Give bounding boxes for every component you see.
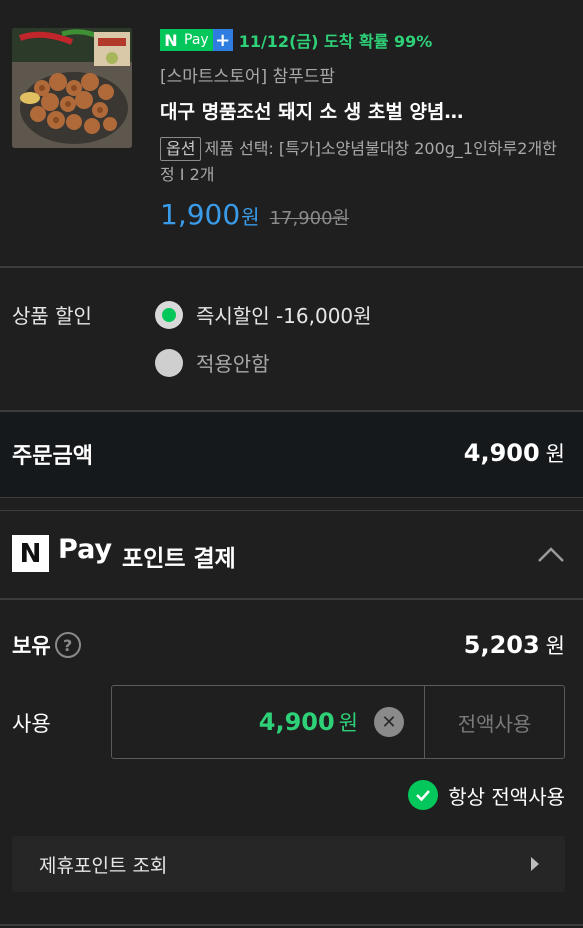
discount-label: 상품 할인 (12, 304, 92, 328)
price-row: 1,900 원 17,900원 (160, 198, 569, 231)
discount-option-instant[interactable]: 즉시할인 -16,000원 (155, 300, 372, 329)
delivery-estimate: N Pay + 11/12(금) 도착 확률 99% (160, 27, 569, 53)
npay-plus-badge: N Pay + (160, 29, 233, 51)
partner-points-button[interactable]: 제휴포인트 조회 (12, 836, 565, 892)
sale-price: 1,900 (160, 198, 241, 231)
product-thumbnail[interactable] (12, 28, 132, 148)
pay-logo-text: Pay (58, 534, 113, 565)
npay-points-header[interactable]: N Pay 포인트 결제 (0, 510, 583, 598)
order-amount-bar: 주문금액 4,900 원 (0, 412, 583, 498)
product-option: 옵션 제품 선택: [특가]소양념불대창 200g_1인하루2개한정 I 2개 (160, 136, 569, 188)
holding-label: 보유 (12, 634, 51, 658)
point-use-unit: 원 (338, 711, 358, 735)
checkmark-icon[interactable] (408, 780, 439, 810)
product-discount-section: 상품 할인 즉시할인 -16,000원 적용안함 (0, 268, 583, 410)
use-label: 사용 (12, 712, 51, 736)
naver-n-icon: N (12, 535, 49, 572)
plus-icon: + (212, 29, 233, 51)
divider (0, 924, 583, 926)
discount-option-label: 적용안함 (196, 352, 270, 376)
points-section-title: 포인트 결제 (122, 546, 236, 572)
radio-selected-icon[interactable] (155, 300, 183, 329)
always-use-all-label: 항상 전액사용 (448, 784, 565, 809)
always-use-all-checkbox[interactable]: 항상 전액사용 (408, 780, 565, 810)
use-all-button[interactable]: 전액사용 (424, 686, 564, 758)
triangle-right-icon (531, 857, 539, 871)
option-badge: 옵션 (160, 137, 202, 161)
holding-amount: 5,203 원 (463, 631, 565, 659)
product-card: N Pay + 11/12(금) 도착 확률 99% [스마트스토어] 참푸드팜… (0, 0, 583, 266)
option-text: 제품 선택: [특가]소양념불대창 200g_1인하루2개한정 I 2개 (160, 139, 557, 184)
radio-unselected-icon[interactable] (155, 348, 183, 377)
chevron-up-icon[interactable] (535, 539, 567, 571)
clear-icon[interactable]: ✕ (374, 707, 404, 737)
divider (0, 598, 583, 600)
sale-price-unit: 원 (241, 205, 260, 229)
delivery-text: 11/12(금) 도착 확률 99% (238, 32, 433, 51)
holding-label-row: 보유 ? (12, 630, 81, 660)
point-use-field: 4,900 원 ✕ 전액사용 (111, 685, 565, 759)
product-title[interactable]: 대구 명품조선 돼지 소 생 초벌 양념… (160, 97, 569, 124)
discount-option-none[interactable]: 적용안함 (155, 348, 270, 377)
help-icon[interactable]: ? (54, 632, 81, 658)
original-price: 17,900원 (269, 208, 350, 229)
point-use-value: 4,900 (258, 708, 335, 736)
partner-points-label: 제휴포인트 조회 (39, 855, 168, 877)
npay-n-icon: N (160, 29, 182, 51)
store-name[interactable]: [스마트스토어] 참푸드팜 (160, 62, 569, 87)
discount-option-label: 즉시할인 -16,000원 (196, 304, 372, 328)
order-amount-value: 4,900 원 (463, 439, 565, 467)
point-use-input[interactable]: 4,900 원 ✕ (112, 686, 424, 758)
order-amount-label: 주문금액 (12, 444, 93, 469)
